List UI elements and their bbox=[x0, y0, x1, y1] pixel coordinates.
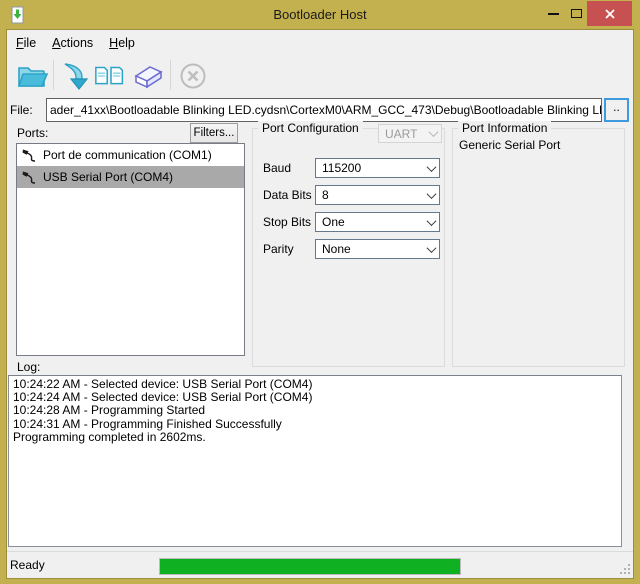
titlebar: Bootloader Host bbox=[0, 0, 640, 30]
parity-select[interactable]: None bbox=[315, 239, 440, 259]
minimize-button[interactable] bbox=[541, 1, 565, 26]
menu-actions[interactable]: Actions bbox=[44, 30, 101, 55]
menu-actions-label: A bbox=[52, 36, 60, 50]
port-list[interactable]: Port de communication (COM1) USB Serial … bbox=[16, 143, 245, 356]
port-item-label: USB Serial Port (COM4) bbox=[43, 170, 173, 184]
port-list-item-com4[interactable]: USB Serial Port (COM4) bbox=[17, 166, 244, 188]
chevron-down-icon bbox=[428, 186, 435, 204]
baud-select[interactable]: 115200 bbox=[315, 158, 440, 178]
port-list-item-com1[interactable]: Port de communication (COM1) bbox=[17, 144, 244, 166]
port-information-group: Port Information Generic Serial Port bbox=[452, 128, 625, 367]
port-information-title: Port Information bbox=[458, 121, 551, 135]
stop-bits-label: Stop Bits bbox=[263, 215, 311, 229]
bootloader-host-window: { "window": { "title": "Bootloader Host"… bbox=[0, 0, 640, 584]
program-button[interactable] bbox=[58, 58, 94, 94]
baud-label: Baud bbox=[263, 161, 291, 175]
log-line: 10:24:28 AM - Programming Started bbox=[13, 404, 617, 417]
port-item-label: Port de communication (COM1) bbox=[43, 148, 212, 162]
erase-icon bbox=[129, 61, 165, 91]
chevron-down-icon bbox=[428, 159, 435, 177]
menu-help-label: H bbox=[109, 36, 118, 50]
chevron-down-icon bbox=[430, 125, 437, 142]
serial-port-icon bbox=[21, 169, 37, 185]
abort-icon bbox=[178, 61, 208, 91]
erase-button[interactable] bbox=[129, 58, 165, 94]
log-output[interactable]: 10:24:22 AM - Selected device: USB Seria… bbox=[8, 375, 622, 547]
file-label: File: bbox=[10, 103, 33, 117]
data-bits-select[interactable]: 8 bbox=[315, 185, 440, 205]
toolbar-separator bbox=[53, 60, 54, 90]
menubar: File Actions Help bbox=[7, 30, 633, 55]
resize-grip-icon[interactable] bbox=[619, 564, 630, 575]
minimize-icon bbox=[548, 13, 559, 15]
port-configuration-title: Port Configuration bbox=[258, 121, 363, 135]
menu-help[interactable]: Help bbox=[101, 30, 143, 55]
status-text: Ready bbox=[10, 558, 45, 572]
data-bits-label: Data Bits bbox=[263, 188, 312, 202]
verify-button[interactable] bbox=[93, 58, 129, 94]
log-line: Programming completed in 2602ms. bbox=[13, 431, 617, 444]
ports-label: Ports: bbox=[17, 126, 48, 140]
close-button[interactable] bbox=[587, 1, 632, 26]
client-area: File Actions Help bbox=[7, 30, 633, 578]
filters-button[interactable]: Filters... bbox=[190, 123, 238, 143]
verify-icon bbox=[93, 61, 129, 91]
stop-bits-select[interactable]: One bbox=[315, 212, 440, 232]
port-configuration-group: Port Configuration Baud 115200 Data Bits… bbox=[252, 128, 445, 367]
maximize-icon bbox=[571, 9, 582, 18]
log-line: 10:24:31 AM - Programming Finished Succe… bbox=[13, 418, 617, 431]
program-icon bbox=[61, 61, 91, 91]
statusbar: Ready bbox=[7, 551, 633, 578]
progress-fill bbox=[160, 559, 460, 574]
menu-file[interactable]: File bbox=[8, 30, 44, 55]
port-information-content: Generic Serial Port bbox=[459, 138, 560, 152]
parity-label: Parity bbox=[263, 242, 294, 256]
maximize-button[interactable] bbox=[565, 1, 587, 26]
browse-button[interactable]: .. bbox=[604, 98, 629, 122]
chevron-down-icon bbox=[428, 240, 435, 258]
serial-port-icon bbox=[21, 147, 37, 163]
progress-bar bbox=[159, 558, 461, 575]
toolbar bbox=[7, 55, 633, 97]
file-path-input[interactable]: ader_41xx\Bootloadable Blinking LED.cyds… bbox=[46, 98, 602, 122]
close-icon bbox=[604, 8, 616, 20]
open-file-icon bbox=[15, 61, 49, 91]
chevron-down-icon bbox=[428, 213, 435, 231]
log-label: Log: bbox=[17, 360, 40, 374]
open-file-button[interactable] bbox=[14, 58, 50, 94]
menu-file-label: F bbox=[16, 36, 24, 50]
toolbar-separator bbox=[170, 60, 171, 90]
abort-button[interactable] bbox=[175, 58, 211, 94]
protocol-select[interactable]: UART bbox=[378, 124, 442, 143]
